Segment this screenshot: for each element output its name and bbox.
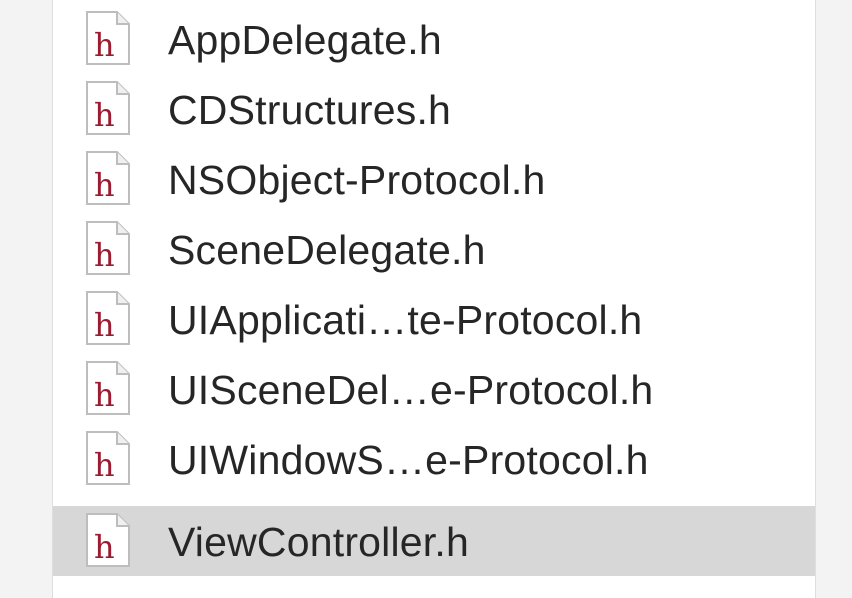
header-file-letter: h [94, 528, 115, 566]
header-file-letter: h [94, 236, 115, 274]
header-file-icon: h [86, 151, 130, 205]
header-file-letter: h [94, 446, 115, 484]
file-name: CDStructures.h [168, 87, 452, 133]
file-name: AppDelegate.h [168, 17, 442, 63]
left-gutter [0, 0, 53, 598]
header-file-letter: h [94, 96, 115, 134]
file-row-uiapplication-protocol[interactable]: h UIApplicati…te-Protocol.h [53, 284, 815, 354]
file-navigator-screen: h AppDelegate.h h CDStructures.h h NSObj… [0, 0, 852, 598]
file-name: UISceneDel…e-Protocol.h [168, 367, 654, 413]
header-file-icon: h [86, 513, 130, 567]
file-row-uiwindowscene-protocol[interactable]: h UIWindowS…e-Protocol.h [53, 424, 815, 494]
file-name: ViewController.h [168, 519, 469, 565]
file-name: SceneDelegate.h [168, 227, 486, 273]
header-file-icon: h [86, 431, 130, 485]
file-name: UIWindowS…e-Protocol.h [168, 437, 649, 483]
header-file-icon: h [86, 81, 130, 135]
file-row-viewcontroller[interactable]: h ViewController.h [53, 506, 815, 576]
header-file-icon: h [86, 11, 130, 65]
header-file-icon: h [86, 291, 130, 345]
header-file-icon: h [86, 221, 130, 275]
file-list: h AppDelegate.h h CDStructures.h h NSObj… [53, 0, 815, 598]
header-file-icon: h [86, 361, 130, 415]
right-gutter [815, 0, 852, 598]
file-row-cdstructures[interactable]: h CDStructures.h [53, 74, 815, 144]
file-row-uiscene-protocol[interactable]: h UISceneDel…e-Protocol.h [53, 354, 815, 424]
file-name: UIApplicati…te-Protocol.h [168, 297, 643, 343]
header-file-letter: h [94, 376, 115, 414]
file-row-nsobject-protocol[interactable]: h NSObject-Protocol.h [53, 144, 815, 214]
header-file-letter: h [94, 26, 115, 64]
file-row-appdelegate[interactable]: h AppDelegate.h [53, 4, 815, 74]
header-file-letter: h [94, 306, 115, 344]
header-file-letter: h [94, 166, 115, 204]
file-name: NSObject-Protocol.h [168, 157, 546, 203]
file-row-scenedelegate[interactable]: h SceneDelegate.h [53, 214, 815, 284]
